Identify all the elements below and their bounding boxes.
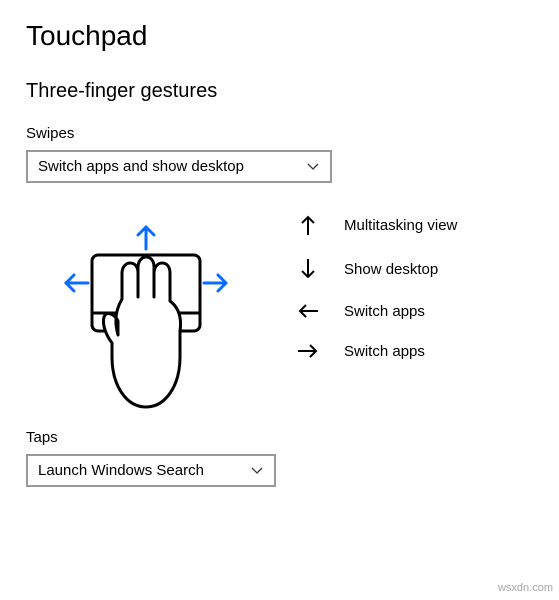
page-title: Touchpad — [26, 20, 533, 52]
gesture-visual-row: Multitasking view Show desktop Switch ap… — [26, 211, 533, 417]
swipes-label: Swipes — [26, 125, 533, 142]
legend-left: Switch apps — [296, 301, 457, 321]
arrow-up-icon — [296, 213, 320, 237]
legend-up-text: Multitasking view — [344, 217, 457, 234]
chevron-down-icon — [306, 160, 320, 174]
three-finger-swipe-graphic — [46, 217, 246, 417]
taps-dropdown[interactable]: Launch Windows Search — [26, 454, 276, 487]
swipe-legend: Multitasking view Show desktop Switch ap… — [296, 211, 457, 361]
taps-label: Taps — [26, 429, 533, 446]
legend-down-text: Show desktop — [344, 261, 438, 278]
watermark-text: wsxdn.com — [498, 582, 553, 594]
legend-right: Switch apps — [296, 341, 457, 361]
legend-up: Multitasking view — [296, 213, 457, 237]
legend-down: Show desktop — [296, 257, 457, 281]
swipes-dropdown[interactable]: Switch apps and show desktop — [26, 150, 332, 183]
legend-left-text: Switch apps — [344, 303, 425, 320]
legend-right-text: Switch apps — [344, 343, 425, 360]
swipes-dropdown-value: Switch apps and show desktop — [38, 158, 244, 175]
arrow-right-icon — [296, 341, 320, 361]
chevron-down-icon — [250, 464, 264, 478]
arrow-left-icon — [296, 301, 320, 321]
taps-dropdown-value: Launch Windows Search — [38, 462, 204, 479]
section-title-three-finger: Three-finger gestures — [26, 80, 533, 103]
arrow-down-icon — [296, 257, 320, 281]
